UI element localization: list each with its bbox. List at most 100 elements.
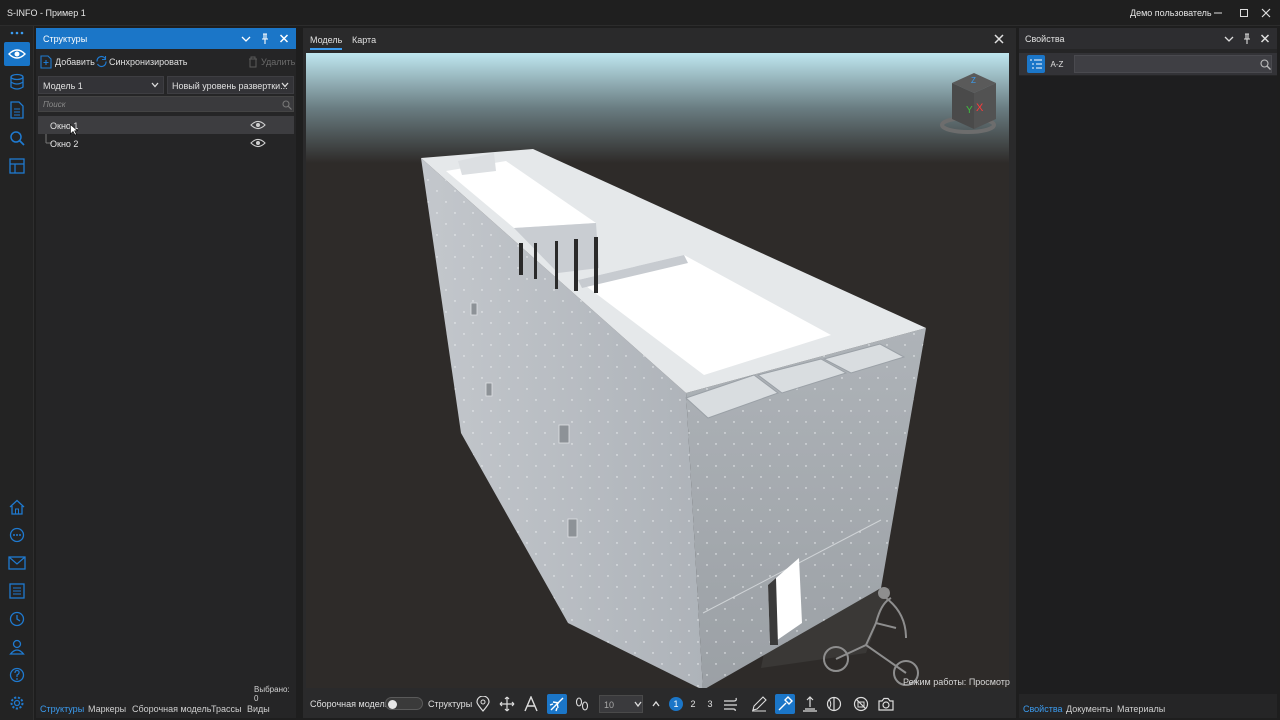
fly-tool[interactable]: [547, 694, 567, 714]
more-icon[interactable]: [9, 30, 25, 36]
section-icon: [826, 696, 842, 712]
draw-tool[interactable]: [749, 694, 769, 714]
close-window-icon[interactable]: [1255, 5, 1277, 21]
search-icon: [9, 130, 25, 146]
hide-object-icon: [853, 696, 869, 712]
close-icon[interactable]: [1257, 31, 1273, 46]
add-button[interactable]: Добавить: [55, 57, 95, 67]
footprints-icon: [574, 696, 590, 712]
close-icon[interactable]: [276, 31, 292, 46]
brush-icon: [777, 696, 793, 712]
mouse-cursor-icon: [70, 124, 78, 136]
user-name[interactable]: Демо пользователь: [1130, 8, 1212, 18]
pen-icon: [751, 696, 767, 712]
structures-search-input[interactable]: Поиск: [38, 96, 294, 112]
screenshot-tool[interactable]: [876, 694, 896, 714]
location-tool[interactable]: [473, 694, 493, 714]
list-icon: [9, 583, 25, 599]
chevron-down-icon: [280, 79, 290, 91]
category-list-icon: [1030, 59, 1042, 69]
structures-title: Структуры: [43, 34, 88, 44]
tab-map[interactable]: Карта: [352, 35, 376, 45]
gear-icon: [9, 695, 25, 711]
level-select[interactable]: Новый уровень развертки...: [167, 76, 294, 94]
chevron-down-icon[interactable]: [1221, 31, 1237, 46]
level-1-button[interactable]: 1: [669, 697, 683, 711]
documents-button[interactable]: [4, 98, 30, 122]
mail-icon: [8, 556, 26, 570]
tab-materials[interactable]: Материалы: [1117, 704, 1165, 714]
properties-panel: Свойства A-Z: [1019, 28, 1277, 718]
tab-assembly-model[interactable]: Сборочная модель: [132, 704, 211, 714]
tab-views[interactable]: Виды: [247, 704, 270, 714]
search-button[interactable]: [4, 126, 30, 150]
properties-title: Свойства: [1025, 34, 1065, 44]
tab-routes[interactable]: Трассы: [211, 704, 241, 714]
camera-icon: [878, 697, 894, 711]
model-viewport-panel: Модель Карта Y X Z Режим работы: Просмот…: [303, 28, 1016, 718]
settings-button[interactable]: [4, 691, 30, 715]
eye-icon[interactable]: [250, 119, 266, 131]
maximize-icon[interactable]: [1233, 5, 1255, 21]
chevron-down-icon[interactable]: [238, 31, 254, 46]
speed-up-button[interactable]: [648, 694, 664, 714]
add-icon[interactable]: [40, 55, 52, 69]
pin-icon[interactable]: [257, 31, 273, 46]
level-3-button[interactable]: 3: [703, 697, 717, 711]
tab-structures[interactable]: Структуры: [40, 704, 84, 714]
tab-markers[interactable]: Маркеры: [88, 704, 126, 714]
walk-tool[interactable]: [572, 694, 592, 714]
help-icon: [9, 667, 25, 683]
minimize-icon[interactable]: [1207, 5, 1229, 21]
pin-icon[interactable]: [1239, 31, 1255, 46]
properties-header: Свойства: [1019, 28, 1277, 49]
close-icon[interactable]: [993, 33, 1005, 45]
sort-az-button[interactable]: A-Z: [1048, 55, 1066, 73]
help-button[interactable]: [4, 663, 30, 687]
history-button[interactable]: [4, 607, 30, 631]
tab-properties[interactable]: Свойства: [1023, 704, 1063, 714]
section-tool[interactable]: [824, 694, 844, 714]
properties-content: [1019, 76, 1277, 694]
level-2-button[interactable]: 2: [686, 697, 700, 711]
model-select[interactable]: Модель 1: [38, 76, 164, 94]
speed-down-button[interactable]: [630, 694, 646, 714]
tree-item[interactable]: Окно 2: [38, 134, 294, 152]
title-bar: S-INFO - Пример 1 Демо пользователь: [0, 0, 1280, 26]
home-icon: [9, 499, 25, 515]
trash-icon[interactable]: [248, 56, 258, 68]
chat-button[interactable]: [4, 523, 30, 547]
clock-icon: [9, 611, 25, 627]
delete-button[interactable]: Удалить: [261, 57, 295, 67]
measure-tool[interactable]: [775, 694, 795, 714]
wind-tool[interactable]: [721, 694, 741, 714]
3d-scene[interactable]: Y X Z: [306, 53, 1009, 693]
database-button[interactable]: [4, 70, 30, 94]
navcube-z-label: Z: [971, 76, 976, 85]
database-icon: [9, 73, 25, 91]
home-button[interactable]: [4, 495, 30, 519]
properties-search-input[interactable]: [1074, 55, 1272, 73]
elevation-tool[interactable]: [800, 694, 820, 714]
sync-icon[interactable]: [95, 55, 108, 68]
sync-button[interactable]: Синхронизировать: [109, 57, 187, 67]
tab-documents[interactable]: Документы: [1066, 704, 1112, 714]
hide-tool[interactable]: [851, 694, 871, 714]
search-icon: [282, 100, 292, 110]
layout-button[interactable]: [4, 154, 30, 178]
move-tool[interactable]: [497, 694, 517, 714]
users-button[interactable]: [4, 635, 30, 659]
list-button[interactable]: [4, 579, 30, 603]
assembly-model-toggle[interactable]: [385, 697, 423, 710]
structures-label: Структуры: [428, 699, 473, 709]
user-icon: [9, 639, 25, 655]
categorized-view-button[interactable]: [1027, 55, 1045, 73]
view-button[interactable]: [4, 42, 30, 66]
text-a-icon: [523, 696, 539, 712]
eye-icon[interactable]: [250, 137, 266, 149]
text-tool[interactable]: [521, 694, 541, 714]
chat-icon: [9, 527, 25, 543]
tab-model[interactable]: Модель: [310, 35, 343, 50]
level-select-value: Новый уровень развертки...: [172, 81, 288, 91]
mail-button[interactable]: [4, 551, 30, 575]
